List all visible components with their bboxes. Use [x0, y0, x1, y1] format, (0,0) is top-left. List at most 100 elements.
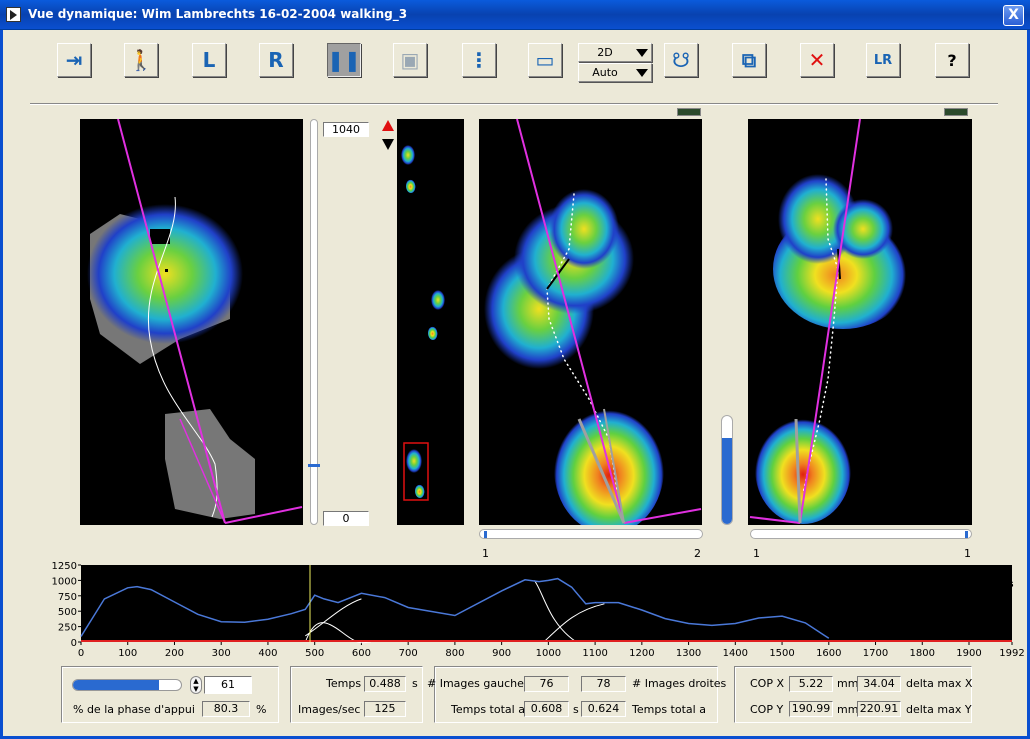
- pause-icon: ❚❚: [327, 48, 361, 72]
- footprints-icon: ⋮: [469, 48, 489, 72]
- insole-button[interactable]: ⧉: [732, 43, 766, 77]
- right-slider-min-label: 1: [753, 547, 760, 560]
- y-axis-unit: Y: N: [982, 566, 1005, 577]
- stance-percent-value: 80.3: [202, 701, 250, 717]
- cop-y-label: COP Y: [750, 703, 784, 716]
- center-panel-indicator: [677, 108, 701, 116]
- chart-plot-area: [81, 565, 1012, 642]
- center-slider-min-label: 1: [482, 547, 489, 560]
- center-pressure-map: [484, 118, 702, 534]
- total-left-value: 0.608: [524, 701, 569, 717]
- right-time-slider[interactable]: [750, 529, 972, 539]
- stance-progress-bar[interactable]: [72, 679, 182, 691]
- footprint-overview-map: [401, 145, 445, 501]
- x-tick-label: 1992: [999, 648, 1024, 659]
- letter-l-icon: L: [202, 48, 216, 72]
- y-tick-label: 1000: [52, 576, 77, 587]
- rate-label: Images/sec: [298, 703, 361, 716]
- temps-value: 0.488: [364, 676, 406, 692]
- close-icon: ✕: [808, 48, 826, 72]
- close-window-button[interactable]: X: [1003, 5, 1024, 26]
- toolbar-separator: [30, 103, 998, 105]
- help-icon: ?: [947, 50, 957, 70]
- left-button[interactable]: L: [192, 43, 226, 77]
- stance-label: % de la phase d'appui: [73, 703, 195, 716]
- x-tick-label: 400: [258, 648, 277, 659]
- arrow-up-icon[interactable]: [382, 120, 394, 131]
- x-tick-label: 1900: [956, 648, 981, 659]
- x-tick-label: 500: [305, 648, 324, 659]
- cop-x-delta-label: delta max X: [906, 677, 973, 690]
- cop-x-delta: 34.04: [857, 676, 901, 692]
- center-time-slider[interactable]: [479, 529, 703, 539]
- foot-button[interactable]: ☋: [664, 43, 698, 77]
- save-button[interactable]: ▣: [393, 43, 427, 77]
- frame-max-field[interactable]: 1040: [323, 122, 369, 137]
- x-tick-label: 0: [78, 648, 84, 659]
- chevron-down-icon: [636, 69, 648, 77]
- center-slider-max-label: 2: [694, 547, 701, 560]
- scale-mode-select[interactable]: Auto: [578, 63, 652, 82]
- y-tick-label: 500: [58, 607, 77, 618]
- temps-unit: s: [412, 677, 418, 690]
- x-tick-label: 1100: [582, 648, 607, 659]
- right-panel-indicator: [944, 108, 968, 116]
- x-tick-label: 1500: [769, 648, 794, 659]
- total-unit: s: [573, 703, 579, 716]
- y-tick-label: 0: [71, 638, 77, 649]
- x-tick-label: 1700: [863, 648, 888, 659]
- cop-x-unit: mm: [837, 677, 859, 690]
- stance-spinner-field[interactable]: 61: [204, 676, 252, 694]
- cop-y-value: 190.99: [789, 701, 833, 717]
- cop-y-delta-label: delta max Y: [906, 703, 972, 716]
- x-tick-label: 1400: [723, 648, 748, 659]
- zoom-bar-fill: [722, 437, 732, 524]
- x-tick-label: 600: [352, 648, 371, 659]
- insole-icon: ⧉: [741, 48, 757, 72]
- x-tick-label: 1300: [676, 648, 701, 659]
- temps-label: Temps: [326, 677, 362, 690]
- view-mode-select[interactable]: 2D: [578, 43, 652, 62]
- rate-value: 125: [364, 701, 406, 717]
- title-bar: Vue dynamique: Wim Lambrechts 16-02-2004…: [0, 0, 1030, 30]
- help-button[interactable]: ?: [935, 43, 969, 77]
- right-pressure-map: [749, 118, 913, 524]
- right-button[interactable]: R: [259, 43, 293, 77]
- x-axis-unit: X: ms: [982, 579, 1014, 590]
- delete-button[interactable]: ✕: [800, 43, 834, 77]
- stance-spinner[interactable]: ▲ ▼: [190, 676, 202, 694]
- right-slider-max-label: 1: [964, 547, 971, 560]
- frame-slider-thumb[interactable]: [308, 464, 320, 467]
- left-pressure-map: [87, 118, 303, 524]
- exit-button[interactable]: ⇥: [57, 43, 91, 77]
- x-tick-label: 100: [118, 648, 137, 659]
- stance-progress-fill: [73, 680, 160, 690]
- view-mode-value: 2D: [597, 46, 613, 59]
- x-tick-label: 1200: [629, 648, 654, 659]
- letter-r-icon: R: [268, 48, 284, 72]
- walker-button[interactable]: 🚶: [124, 43, 158, 77]
- center-time-slider-thumb[interactable]: [484, 531, 487, 538]
- chevron-down-icon: [636, 49, 648, 57]
- right-time-slider-thumb[interactable]: [965, 531, 968, 538]
- x-tick-label: 1800: [910, 648, 935, 659]
- walker-icon: 🚶: [128, 48, 154, 72]
- x-tick-label: 1600: [816, 648, 841, 659]
- stance-percent-unit: %: [256, 703, 267, 716]
- pause-button[interactable]: ❚❚: [327, 43, 361, 77]
- floppy-icon: ▣: [400, 48, 420, 72]
- left-pressure-panel: [80, 118, 303, 525]
- frame-slider[interactable]: [306, 119, 322, 525]
- total-right-value: 0.624: [581, 701, 626, 717]
- frame-min-field[interactable]: 0: [323, 511, 369, 526]
- lr-button[interactable]: LR: [866, 43, 900, 77]
- window-button[interactable]: ▭: [528, 43, 562, 77]
- images-left-label: # Images gauches: [427, 677, 530, 690]
- arrow-down-icon[interactable]: [382, 139, 394, 150]
- zoom-bar[interactable]: [721, 415, 733, 525]
- images-right-value: 78: [581, 676, 626, 692]
- footprint-overview-panel: [397, 119, 464, 525]
- right-pressure-panel: [748, 118, 972, 525]
- footprints-button[interactable]: ⋮: [462, 43, 496, 77]
- scale-mode-value: Auto: [592, 66, 618, 79]
